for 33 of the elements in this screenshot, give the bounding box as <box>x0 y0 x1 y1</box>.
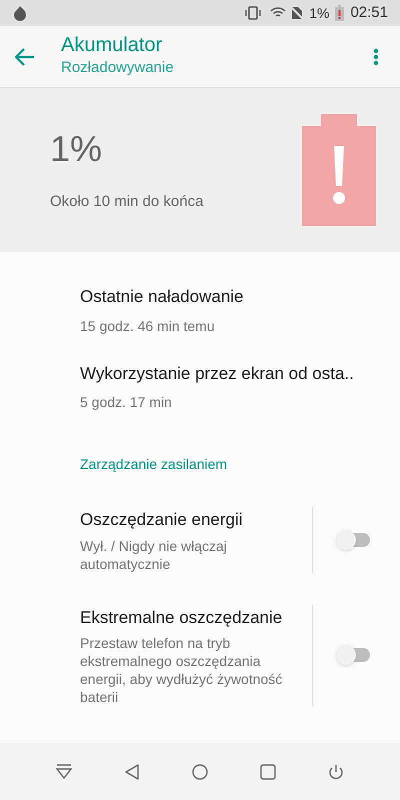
settings-item[interactable]: Oszczędzanie energii Wył. / Nigdy nie włączaj automatycznie <box>0 491 400 588</box>
chevron-down-icon <box>56 764 72 780</box>
time-remaining-text: Około 10 min do końca <box>50 192 204 212</box>
toggle-switch[interactable] <box>336 645 372 666</box>
clock-time: 02:51 <box>350 2 388 23</box>
settings-item[interactable]: Ostatnie naładowanie 15 godz. 46 min temu <box>0 272 400 348</box>
app-bar-subtitle: Rozładowywanie <box>61 58 175 78</box>
back-triangle-icon <box>125 764 139 780</box>
square-icon <box>260 764 276 780</box>
section-header: Zarządzanie zasilaniem <box>80 456 228 472</box>
notification-icon <box>12 5 28 21</box>
item-summary: 15 godz. 46 min temu <box>80 316 216 336</box>
back-arrow-icon <box>15 48 35 66</box>
item-summary: 5 godz. 17 min <box>80 393 173 412</box>
item-title: Ekstremalne oszczędzanie <box>80 606 284 628</box>
battery-percent: 1% <box>309 4 330 22</box>
power-icon <box>328 764 344 780</box>
settings-item[interactable]: Ekstremalne oszczędzanie Przestaw telefon na tryb ekstremalnego oszczędzania energii, aby wydłużyć żywotność baterii <box>0 588 400 722</box>
toggle-switch[interactable] <box>336 530 372 550</box>
battery-alert-icon <box>302 114 376 226</box>
item-summary: Przestaw telefon na tryb ekstremalnego oszczędzania energii, aby wydłużyć żywotność baterii <box>80 634 284 706</box>
vibrate-icon <box>244 6 262 20</box>
item-summary: Wył. / Nigdy nie włączaj automatycznie <box>80 536 228 572</box>
item-title: Ostatnie naładowanie <box>80 286 245 308</box>
no-sim-icon <box>290 6 304 20</box>
app-bar-title: Akumulator <box>61 33 164 58</box>
settings-item[interactable]: Wykorzystanie przez ekran od osta.. 5 godz. 17 min <box>0 348 400 425</box>
more-vertical-icon <box>373 48 379 66</box>
battery-level-text: 1% <box>50 126 104 171</box>
item-title: Wykorzystanie przez ekran od osta.. <box>80 362 355 384</box>
item-title: Oszczędzanie energii <box>80 509 244 531</box>
battery-alert-icon <box>335 5 344 21</box>
home-circle-icon <box>192 764 208 780</box>
